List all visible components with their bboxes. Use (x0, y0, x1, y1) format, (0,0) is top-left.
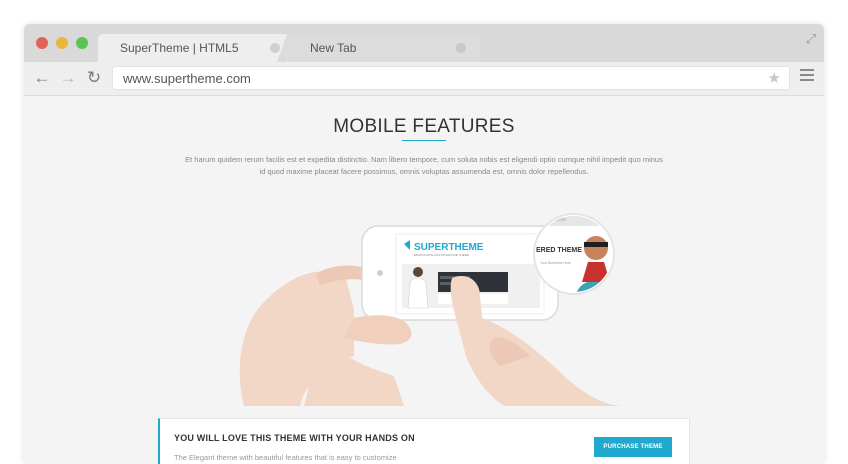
page-viewport: MOBILE FEATURES Et harum quidem rerum fa… (24, 96, 824, 464)
purchase-theme-button[interactable]: PURCHASE THEME (594, 437, 672, 457)
minimize-window-button[interactable] (56, 37, 68, 49)
tab-new-tab[interactable]: New Tab (288, 34, 480, 62)
hands-holding-phone-image: SUPERTHEME RESPONSIVE MULTIPURPOSE THEME… (239, 213, 624, 406)
intro-text: Et harum quidem rerum facilis est et exp… (185, 155, 663, 176)
title-underline (402, 140, 446, 141)
expand-icon[interactable]: ⤢ (804, 32, 818, 46)
address-bar[interactable]: www.supertheme.com ★ (112, 66, 790, 90)
phone-logo-text: SUPERTHEME (414, 242, 484, 253)
phone-logo-tagline: RESPONSIVE MULTIPURPOSE THEME (414, 253, 469, 257)
arrow-right-icon[interactable]: → (58, 68, 78, 88)
magnifier-subtext: Your Business Here (540, 261, 571, 265)
cta-subtitle: The Elegant theme with beautiful feature… (174, 453, 397, 462)
tab-supertheme[interactable]: SuperTheme | HTML5 (98, 34, 294, 62)
cta-banner: YOU WILL LOVE THIS THEME WITH YOUR HANDS… (158, 418, 690, 464)
close-window-button[interactable] (36, 37, 48, 49)
tab-title: New Tab (310, 41, 357, 55)
maximize-window-button[interactable] (76, 37, 88, 49)
cta-title: YOU WILL LOVE THIS THEME WITH YOUR HANDS… (174, 433, 415, 443)
arrow-left-icon[interactable]: ← (32, 68, 52, 88)
browser-toolbar: ← → ↻ www.supertheme.com ★ (24, 62, 824, 96)
title-bar: SuperTheme | HTML5 New Tab ⤢ (24, 24, 824, 62)
url-text: www.supertheme.com (123, 71, 251, 86)
tab-close-icon[interactable] (456, 43, 466, 53)
hamburger-menu-icon[interactable] (800, 69, 814, 83)
browser-window: SuperTheme | HTML5 New Tab ⤢ ← → ↻ www.s… (24, 24, 824, 464)
magnifier-heading: ERED THEME (536, 247, 582, 254)
star-icon[interactable]: ★ (768, 68, 781, 90)
page-title: MOBILE FEATURES (333, 116, 515, 137)
reload-icon[interactable]: ↻ (84, 68, 104, 88)
tab-close-icon[interactable] (270, 43, 280, 53)
tab-title: SuperTheme | HTML5 (120, 41, 239, 55)
